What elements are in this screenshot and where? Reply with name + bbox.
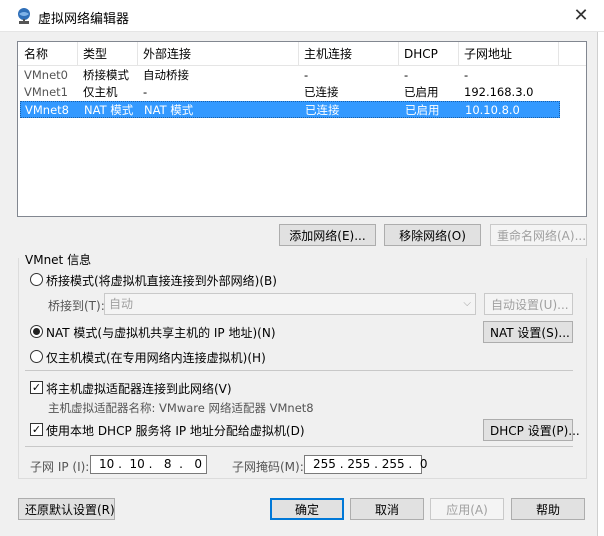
cell-dhcp: -: [404, 68, 409, 82]
cell-name: VMnet1: [24, 85, 68, 99]
cell-name: VMnet0: [24, 68, 68, 82]
window-title: 虚拟网络编辑器: [38, 12, 130, 27]
cell-type: 仅主机: [83, 85, 118, 99]
add-network-button[interactable]: 添加网络(E)...: [279, 224, 376, 246]
table-row[interactable]: VMnet1 仅主机 - 已连接 已启用 192.168.3.0: [20, 84, 560, 101]
title-bar: 虚拟网络编辑器 ✕: [0, 0, 604, 32]
cell-external: -: [143, 85, 148, 99]
cell-host: 已连接: [305, 103, 340, 117]
cell-external: NAT 模式: [144, 103, 194, 117]
subnet-mask-field[interactable]: 255 . 255 . 255 . 0: [304, 455, 428, 474]
bridge-mode-radio[interactable]: [30, 273, 43, 286]
host-only-label[interactable]: 仅主机模式(在专用网络内连接虚拟机)(H): [46, 349, 266, 366]
column-header-external[interactable]: 外部连接: [137, 42, 298, 66]
list-header: 名称 类型 外部连接 主机连接 DHCP 子网地址: [18, 42, 586, 66]
host-only-radio[interactable]: [30, 350, 43, 363]
bridge-to-dropdown[interactable]: 自动 ⌵: [104, 293, 476, 315]
cell-subnet: 192.168.3.0: [464, 85, 534, 99]
help-button[interactable]: 帮助: [511, 498, 585, 520]
rename-network-button[interactable]: 重命名网络(A)...: [490, 224, 587, 246]
divider: [25, 370, 573, 371]
column-header-host[interactable]: 主机连接: [298, 42, 398, 66]
chevron-down-icon: ⌵: [463, 298, 471, 309]
network-list[interactable]: 名称 类型 外部连接 主机连接 DHCP 子网地址 VMnet0 桥接模式 自动…: [17, 41, 587, 217]
use-dhcp-label[interactable]: 使用本地 DHCP 服务将 IP 地址分配给虚拟机(D): [46, 422, 305, 439]
cell-type: NAT 模式: [84, 103, 134, 117]
bridge-to-value: 自动: [109, 297, 134, 311]
cell-type: 桥接模式: [83, 68, 129, 82]
column-header-dhcp[interactable]: DHCP: [398, 42, 458, 66]
adapter-name-text: 主机虚拟适配器名称: VMware 网络适配器 VMnet8: [48, 401, 314, 415]
nat-mode-label[interactable]: NAT 模式(与虚拟机共享主机的 IP 地址)(N): [46, 324, 276, 341]
connect-adapter-label[interactable]: 将主机虚拟适配器连接到此网络(V): [46, 380, 232, 397]
background-window-edge: [597, 32, 604, 536]
remove-network-button[interactable]: 移除网络(O): [384, 224, 481, 246]
cell-host: 已连接: [304, 85, 339, 99]
auto-settings-button[interactable]: 自动设置(U)...: [484, 293, 573, 315]
table-row-selected[interactable]: VMnet8 NAT 模式 NAT 模式 已连接 已启用 10.10.8.0: [20, 101, 560, 118]
column-header-subnet[interactable]: 子网地址: [458, 42, 558, 66]
nat-settings-button[interactable]: NAT 设置(S)...: [483, 321, 573, 343]
column-header-name[interactable]: 名称: [18, 42, 77, 66]
subnet-mask-label: 子网掩码(M):: [232, 460, 304, 474]
subnet-ip-label: 子网 IP (I):: [30, 460, 90, 474]
column-header-type[interactable]: 类型: [77, 42, 137, 66]
bridge-mode-label[interactable]: 桥接模式(将虚拟机直接连接到外部网络)(B): [46, 272, 277, 289]
check-icon: ✓: [31, 381, 42, 394]
network-globe-icon: [18, 8, 30, 24]
bridge-to-label: 桥接到(T):: [48, 299, 105, 313]
cell-dhcp: 已启用: [404, 85, 439, 99]
cell-host: -: [304, 68, 309, 82]
apply-button[interactable]: 应用(A): [430, 498, 504, 520]
cell-external: 自动桥接: [143, 68, 189, 82]
close-button[interactable]: ✕: [558, 0, 604, 31]
nat-mode-radio[interactable]: [30, 325, 43, 338]
cell-name: VMnet8: [25, 103, 69, 117]
use-dhcp-checkbox[interactable]: ✓: [30, 423, 43, 436]
subnet-ip-field[interactable]: 10 . 10 . 8 . 0: [90, 455, 207, 474]
check-icon: ✓: [31, 423, 42, 436]
connect-adapter-checkbox[interactable]: ✓: [30, 381, 43, 394]
ok-button[interactable]: 确定: [270, 498, 344, 520]
cell-subnet: -: [464, 68, 469, 82]
cell-subnet: 10.10.8.0: [465, 103, 520, 117]
restore-defaults-button[interactable]: 还原默认设置(R): [18, 498, 115, 520]
dhcp-settings-button[interactable]: DHCP 设置(P)...: [483, 419, 580, 441]
close-icon: ✕: [573, 5, 589, 26]
divider: [25, 446, 573, 447]
table-row[interactable]: VMnet0 桥接模式 自动桥接 - - -: [20, 67, 560, 84]
cell-dhcp: 已启用: [405, 103, 440, 117]
vmnet-info-title: VMnet 信息: [25, 251, 96, 268]
cancel-button[interactable]: 取消: [350, 498, 424, 520]
